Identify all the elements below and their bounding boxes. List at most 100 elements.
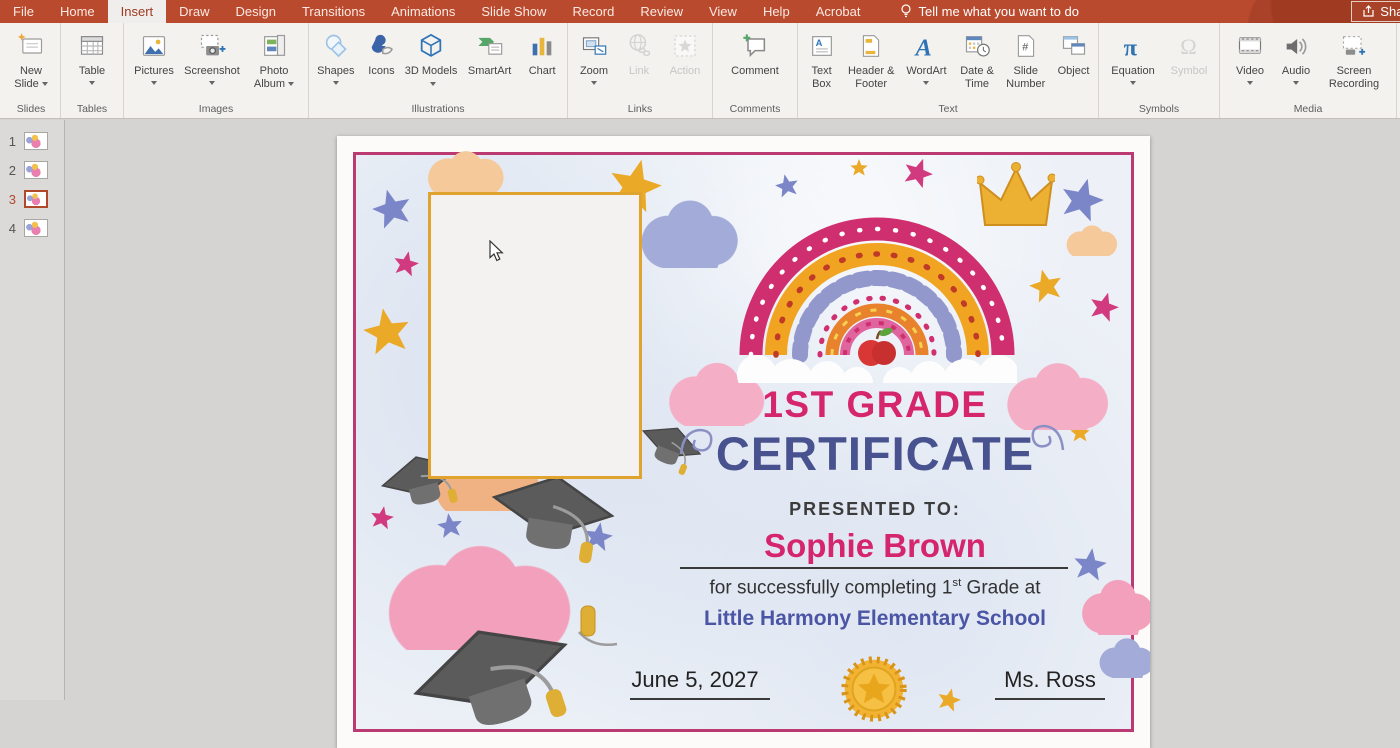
subtitle-superscript: st	[952, 577, 962, 589]
ribbon-button-video[interactable]: Video	[1228, 27, 1272, 86]
title-bar: File Home Insert Draw Design Transitions…	[0, 0, 1400, 23]
slide-thumbnail-3[interactable]: 3	[0, 190, 64, 208]
ribbon-button-label: SmartArt	[467, 65, 512, 77]
ribbon-button-label: Comment	[731, 65, 779, 77]
ribbon-button-equation[interactable]: π Equation	[1104, 27, 1162, 86]
tab-transitions[interactable]: Transitions	[289, 0, 378, 23]
slide-thumbnail-image[interactable]	[24, 161, 48, 179]
text-box-icon: A	[808, 30, 836, 62]
ribbon-button-screen-recording[interactable]: Screen Recording	[1320, 27, 1388, 91]
ribbon-button-label: Icons	[368, 65, 395, 77]
symbol-icon: Ω	[1175, 30, 1203, 62]
student-name-text[interactable]: Sophie Brown	[625, 527, 1125, 565]
ribbon-button-screenshot[interactable]: Screenshot	[182, 27, 242, 86]
video-icon	[1235, 30, 1265, 62]
ribbon-button-label: New Slide	[14, 65, 42, 91]
zoom-icon	[579, 30, 609, 62]
ribbon-button-3d-models[interactable]: 3D Models	[403, 27, 459, 91]
ribbon-button-label: Video	[1236, 65, 1264, 77]
ribbon-button-wordart[interactable]: A WordArt	[900, 27, 952, 86]
group-label-illustrations: Illustrations	[411, 103, 465, 115]
action-icon	[671, 30, 699, 62]
slide-thumbnail-image[interactable]	[24, 132, 48, 150]
chevron-down-icon	[429, 82, 436, 87]
group-label-text: Text	[938, 103, 958, 115]
certificate-title-line2[interactable]: CERTIFICATE	[625, 426, 1125, 481]
tab-record[interactable]: Record	[559, 0, 627, 23]
tab-file[interactable]: File	[0, 0, 47, 23]
icons-icon	[366, 30, 396, 62]
svg-text:π: π	[1124, 34, 1138, 60]
school-name-text[interactable]: Little Harmony Elementary School	[625, 607, 1125, 631]
tab-draw[interactable]: Draw	[166, 0, 222, 23]
ribbon-button-label: Chart	[528, 65, 556, 77]
slide-number-icon: #	[1013, 30, 1039, 62]
group-comments: Comment Comments	[713, 23, 798, 118]
group-slides: New Slide Slides	[2, 23, 61, 118]
ribbon-button-label: Object	[1057, 65, 1090, 77]
photo-placeholder[interactable]	[428, 192, 642, 479]
tab-review[interactable]: Review	[627, 0, 696, 23]
slide-thumbnail-1[interactable]: 1	[0, 132, 64, 150]
tab-view[interactable]: View	[696, 0, 750, 23]
slide-thumbnail-image[interactable]	[24, 219, 48, 237]
rainbow-illustration	[737, 217, 1017, 383]
tab-animations[interactable]: Animations	[378, 0, 468, 23]
ribbon-button-pictures[interactable]: Pictures	[128, 27, 180, 86]
teacher-name-text[interactable]: Ms. Ross	[970, 667, 1130, 693]
ribbon-button-label: 3D Models	[404, 65, 458, 77]
ribbon-button-comment[interactable]: Comment	[719, 27, 791, 78]
equation-icon: π	[1119, 30, 1147, 62]
tell-me-box[interactable]: Tell me what you want to do	[900, 0, 1079, 23]
ribbon-button-photo-album[interactable]: Photo Album	[244, 27, 304, 91]
smartart-icon	[474, 30, 506, 62]
group-text: A Text Box Header & Footer A WordArt Dat…	[798, 23, 1099, 118]
ribbon-button-zoom[interactable]: Zoom	[571, 27, 617, 86]
cloud-decoration	[640, 194, 740, 268]
group-label-tables: Tables	[76, 103, 108, 115]
slide-number-label: 3	[8, 191, 16, 207]
ribbon-button-link: Link	[619, 27, 659, 78]
group-media: Video Audio Screen Recording Media	[1220, 23, 1397, 118]
ribbon-button-smartart[interactable]: SmartArt	[461, 27, 519, 78]
ribbon-button-object[interactable]: Object	[1052, 27, 1095, 78]
subtitle-prefix: for successfully completing 1	[709, 577, 953, 599]
ribbon-button-chart[interactable]: Chart	[520, 27, 564, 78]
certificate-title-line1[interactable]: 1ST GRADE	[625, 384, 1125, 426]
chevron-down-icon	[209, 81, 215, 86]
ribbon-button-shapes[interactable]: Shapes	[312, 27, 360, 86]
ribbon-button-date-time[interactable]: Date & Time	[955, 27, 1000, 91]
tab-help[interactable]: Help	[750, 0, 803, 23]
ribbon-button-header-footer[interactable]: Header & Footer	[844, 27, 898, 91]
tab-slide-show[interactable]: Slide Show	[468, 0, 559, 23]
slide-thumbnail-2[interactable]: 2	[0, 161, 64, 179]
share-button[interactable]: Share	[1351, 1, 1400, 22]
presented-to-label[interactable]: PRESENTED TO:	[675, 499, 1075, 520]
tab-home[interactable]: Home	[47, 0, 108, 23]
ribbon-button-label: Symbol	[1170, 65, 1208, 77]
svg-text:Ω: Ω	[1180, 34, 1196, 59]
ribbon-button-new-slide[interactable]: New Slide	[7, 27, 55, 91]
subtitle-text[interactable]: for successfully completing 1st Grade at	[625, 577, 1125, 599]
svg-text:A: A	[815, 38, 822, 48]
new-slide-icon	[16, 30, 46, 62]
ribbon-button-audio[interactable]: Audio	[1274, 27, 1318, 86]
slide-thumbnail-panel: 1 2 3 4	[0, 120, 65, 700]
chevron-down-icon	[288, 82, 295, 87]
share-label: Share	[1380, 4, 1400, 19]
tab-insert[interactable]: Insert	[107, 0, 167, 23]
ribbon-button-table[interactable]: Table	[67, 27, 117, 86]
slide-thumbnail-image[interactable]	[24, 190, 48, 208]
ribbon-button-text-box[interactable]: A Text Box	[801, 27, 842, 91]
ribbon-button-slide-number[interactable]: # Slide Number	[1001, 27, 1050, 91]
medal-illustration	[841, 656, 907, 722]
name-underline	[680, 567, 1068, 569]
ribbon-button-icons[interactable]: Icons	[362, 27, 402, 78]
ribbon: New Slide Slides Table Tables Pictures S…	[0, 23, 1400, 119]
slide-canvas[interactable]: 1ST GRADE CERTIFICATE PRESENTED TO: Soph…	[337, 136, 1150, 748]
chevron-down-icon	[151, 81, 157, 86]
tab-design[interactable]: Design	[223, 0, 289, 23]
tab-acrobat[interactable]: Acrobat	[803, 0, 874, 23]
date-text[interactable]: June 5, 2027	[595, 667, 795, 693]
slide-thumbnail-4[interactable]: 4	[0, 219, 64, 237]
